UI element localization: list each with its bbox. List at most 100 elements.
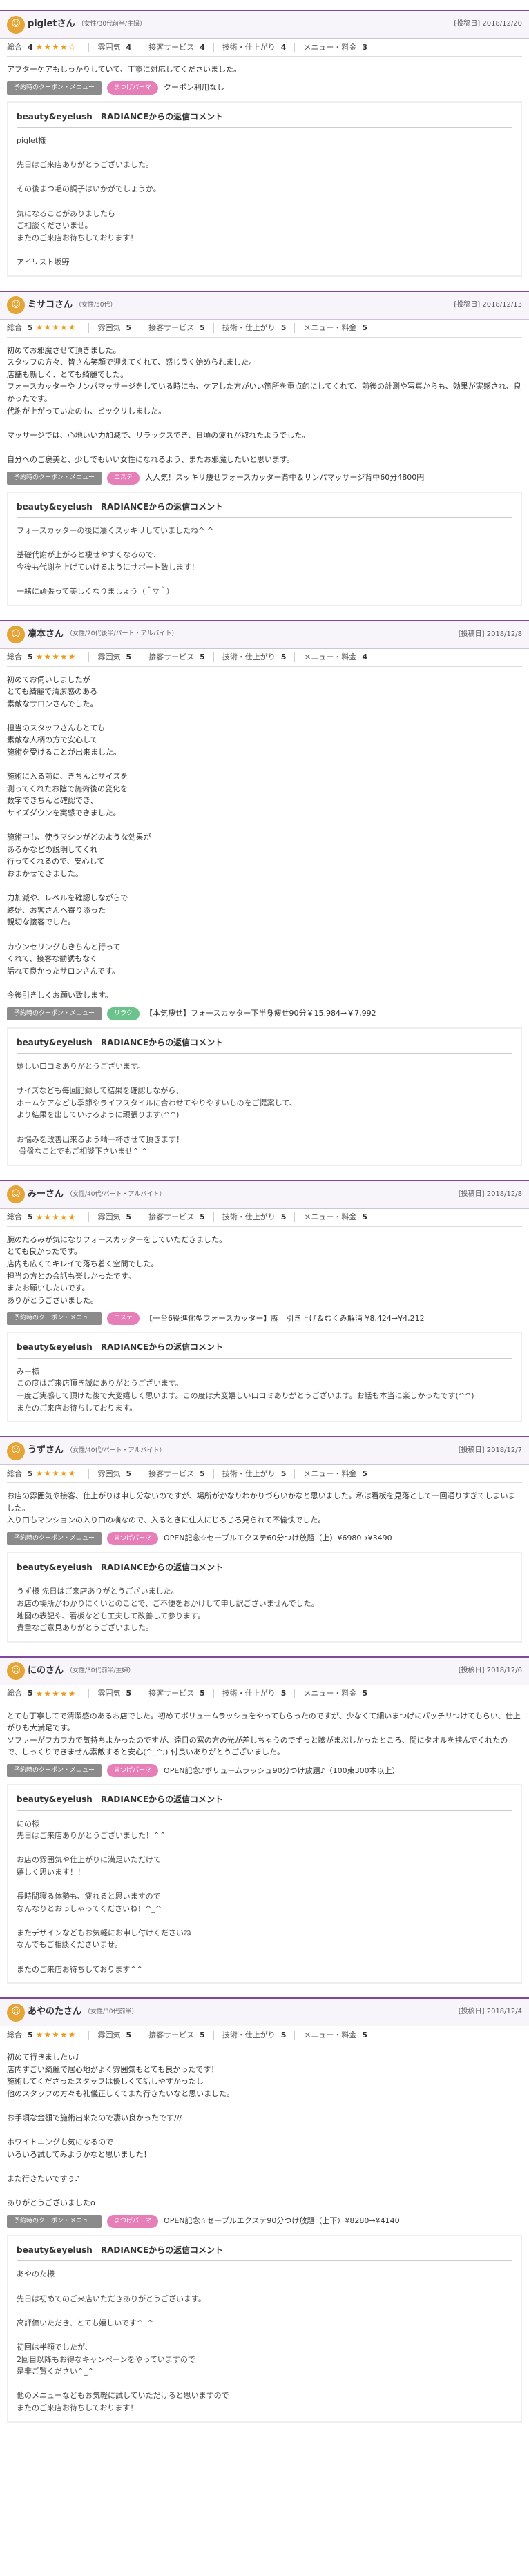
coupon-tag: 予約時のクーポン・メニュー [7,2214,102,2228]
star-rating-icon: ★★★★★ [35,1212,77,1222]
reply-body: フォースカッターの後に凄くスッキリしていましたね^ ^ 基礎代謝が上がると痩せや… [17,525,214,596]
rating-service: 接客サービス 4 [140,42,214,52]
rating-label: 接客サービス [148,1469,195,1478]
rating-atmosphere: 雰囲気 5 [89,2030,141,2040]
rating-label: 総合 [7,1689,22,1698]
rating-value: 5 [362,1689,368,1698]
rating-skill: 技術・仕上がり 5 [214,323,296,333]
rating-value: 5 [126,1689,132,1698]
coupon-name[interactable]: OPEN記念☆セーブルエクステ90分つけ放題（上下）¥8280→¥4140 [164,2216,400,2227]
reply-title: beauty&eyelush RADIANCEからの返信コメント [17,2245,512,2262]
review-header: ☺ みーさん （女性/40代/パート・アルバイト） [投稿日] 2018/12/… [0,1179,529,1209]
rating-label: 総合 [7,323,22,333]
reply-body: うず様 先日はご来店ありがとうございました。 お店の場所がわかりにくいとのことで… [17,1587,319,1633]
date-label: [投稿日] [458,1190,485,1198]
rating-label: 雰囲気 [97,1212,121,1222]
reply-title: beauty&eyelush RADIANCEからの返信コメント [17,501,512,518]
rating-value: 5 [280,652,287,662]
reply-body: あやのた様 先日は初めてのご来店いただきありがとうございます。 高評価いただき、… [17,2269,229,2412]
rating-label: 接客サービス [148,42,195,52]
rating-value: 4 [362,652,368,662]
coupon-tag: 予約時のクーポン・メニュー [7,1007,102,1020]
review-header: ☺ にのさん （女性/30代前半/主婦） [投稿日] 2018/12/6 [0,1656,529,1685]
rating-menu: メニュー・料金 3 [295,43,376,52]
date-value: 2018/12/13 [482,300,522,309]
rating-menu: メニュー・料金 5 [295,323,376,333]
review-header: ☺ うずさん （女性/40代/パート・アルバイト） [投稿日] 2018/12/… [0,1436,529,1466]
review-item: ☺ あやのたさん （女性/30代前半） [投稿日] 2018/12/4 総合 5 ★… [0,1997,529,2436]
reviewer-name[interactable]: にのさん [28,1665,64,1678]
salon-reply: beauty&eyelush RADIANCEからの返信コメント 嬉しい口コミあ… [7,1027,522,1166]
coupon-tag: 予約時のクーポン・メニュー [7,1764,102,1778]
rating-label: 技術・仕上がり [222,42,276,52]
rating-service: 接客サービス 5 [140,652,214,662]
rating-label: メニュー・料金 [303,323,357,333]
review-item: ☺ pigletさん （女性/30代前半/主婦） [投稿日] 2018/12/2… [0,10,529,291]
reviewer-name[interactable]: 凛本さん [28,628,64,641]
review-item: ☺ にのさん （女性/30代前半/主婦） [投稿日] 2018/12/6 総合 5… [0,1656,529,1998]
date-value: 2018/12/8 [486,1190,522,1198]
reviewer-name[interactable]: うずさん [28,1444,64,1458]
rating-overall: 総合 5 ★★★★★ [7,1689,90,1699]
date-value: 2018/12/8 [486,630,522,638]
date-label: [投稿日] [458,2008,485,2016]
reviewer-info: （女性/40代/パート・アルバイト） [66,1190,166,1198]
rating-value: 5 [126,1469,132,1478]
review-body: アフターケアもしっかりしていて、丁寧に対応してくださいました。 [7,65,242,74]
star-rating-icon: ★★★★☆ [35,41,77,52]
rating-value: 5 [280,1689,287,1698]
salon-reply: beauty&eyelush RADIANCEからの返信コメント みー様 この度… [7,1332,522,1423]
coupon-name[interactable]: 【本気痩せ】フォースカッター下半身痩せ90分￥15,984→￥7,992 [145,1008,376,1019]
rating-value: 4 [28,42,33,52]
review-header: ☺ 凛本さん （女性/20代後半/パート・アルバイト） [投稿日] 2018/1… [0,619,529,649]
rating-value: 4 [126,42,132,52]
rating-atmosphere: 雰囲気 5 [89,323,141,333]
reply-body: にの様 先日はご来店ありがとうございました！^^ お店の雰囲気や仕上がりに満足い… [17,1819,191,1974]
rating-label: 接客サービス [148,2030,195,2040]
coupon-name[interactable]: OPEN記念♪ボリュームラッシュ90分つけ放題♪（100束300本以上） [164,1765,400,1776]
reply-title: beauty&eyelush RADIANCEからの返信コメント [17,1037,512,1054]
reviewer: ☺ 凛本さん （女性/20代後半/パート・アルバイト） [7,626,177,643]
coupon-row: 予約時のクーポン・メニュー リラク 【本気痩せ】フォースカッター下半身痩せ90分… [7,1007,522,1020]
review-body: とても丁寧してで清潔感のあるお店でした。初めてボリュームラッシュをやってもらった… [7,1711,521,1757]
rating-label: 総合 [7,1469,22,1478]
rating-label: 雰囲気 [97,1689,121,1698]
reviewer: ☺ にのさん （女性/30代前半/主婦） [7,1662,135,1681]
salon-reply: beauty&eyelush RADIANCEからの返信コメント フォースカッタ… [7,491,522,606]
rating-atmosphere: 雰囲気 5 [89,1469,141,1479]
rating-atmosphere: 雰囲気 5 [89,652,141,662]
rating-label: 技術・仕上がり [222,323,276,333]
category-badge: まつげパーマ [107,81,159,95]
coupon-name[interactable]: OPEN記念☆セーブルエクステ60分つけ放題（上）¥6980→¥3490 [164,1533,392,1544]
coupon-row: 予約時のクーポン・メニュー エステ 【一台6役進化型フォースカッター】腕 引き上… [7,1312,522,1326]
rating-value: 5 [200,2030,205,2040]
rating-menu: メニュー・料金 4 [295,652,376,662]
review-header: ☺ あやのたさん （女性/30代前半） [投稿日] 2018/12/4 [0,1997,529,2027]
coupon-name[interactable]: 大人気！スッキリ痩せフォースカッター背中＆リンパマッサージ背中60分4800円 [145,472,424,483]
coupon-row: 予約時のクーポン・メニュー まつげパーマ クーポン利用なし [7,81,522,95]
rating-label: メニュー・料金 [303,1212,357,1222]
rating-value: 5 [200,1469,205,1478]
coupon-tag: 予約時のクーポン・メニュー [7,471,102,485]
rating-value: 4 [280,42,287,52]
review-body: お店の雰囲気や接客、仕上がりは申し分ないのですが、場所がかなりわかりづらいかなと… [7,1491,516,1525]
coupon-name[interactable]: クーポン利用なし [164,82,224,93]
rating-label: メニュー・料金 [303,2030,357,2040]
user-avatar-icon: ☺ [7,15,25,34]
rating-label: 総合 [7,1212,22,1222]
review-body: 初めてお邪魔させて頂きました。 スタッフの方々、皆さん笑顔で迎えてくれて、感じ良… [7,345,521,464]
reviewer-name[interactable]: あやのたさん [28,2006,81,2019]
reviewer-name[interactable]: pigletさん [28,18,75,31]
rating-menu: メニュー・料金 5 [295,1212,376,1222]
coupon-name[interactable]: 【一台6役進化型フォースカッター】腕 引き上げ＆むくみ解消 ¥8,424→¥4,… [145,1313,425,1324]
coupon-row: 予約時のクーポン・メニュー まつげパーマ OPEN記念☆セーブルエクステ90分つ… [7,2214,522,2228]
date-label: [投稿日] [454,300,481,309]
rating-label: 雰囲気 [97,42,121,52]
review-item: ☺ 凛本さん （女性/20代後半/パート・アルバイト） [投稿日] 2018/1… [0,619,529,1180]
reviewer-name[interactable]: みーさん [28,1188,64,1201]
star-rating-icon: ★★★★★ [35,652,77,662]
coupon-tag: 予約時のクーポン・メニュー [7,81,102,95]
reviewer-name[interactable]: ミサコさん [28,299,73,312]
rating-overall: 総合 5 ★★★★★ [7,322,90,333]
rating-label: 技術・仕上がり [222,1469,276,1478]
